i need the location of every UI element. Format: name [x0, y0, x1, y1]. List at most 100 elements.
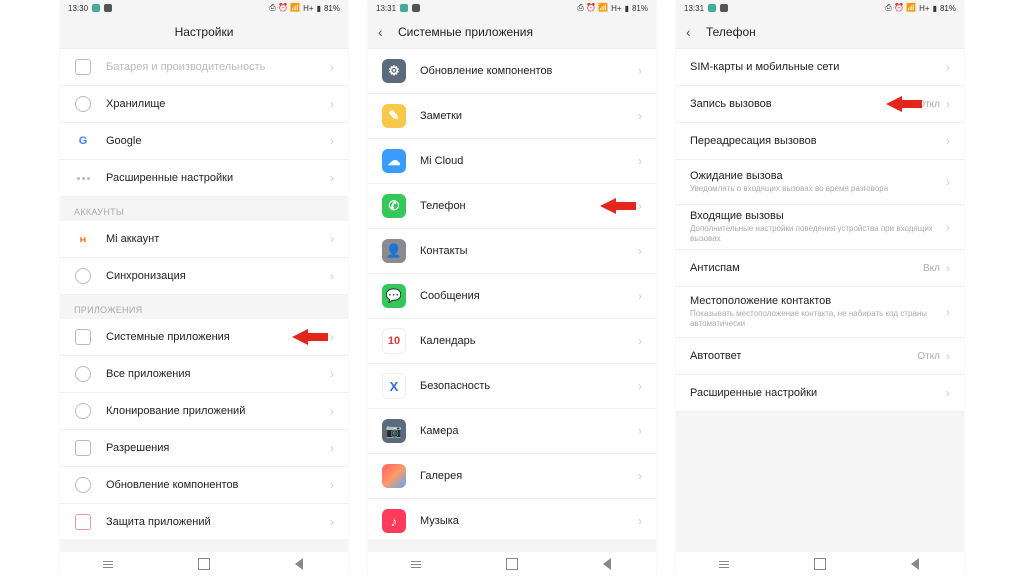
nav-back[interactable]	[909, 557, 923, 571]
row-mi-account[interactable]: ⲙMi аккаунт›	[60, 221, 348, 258]
chevron-right-icon: ›	[330, 441, 334, 455]
row-system-apps[interactable]: Системные приложения›	[60, 319, 348, 356]
app-icon: 📷	[382, 419, 406, 443]
app-row[interactable]: 10Календарь›	[368, 319, 656, 364]
row-battery[interactable]: Батарея и производительность›	[60, 49, 348, 86]
nav-home[interactable]	[197, 557, 211, 571]
app-row[interactable]: 📷Камера›	[368, 409, 656, 454]
chevron-right-icon: ›	[638, 334, 642, 348]
status-indicator-icon	[400, 4, 408, 12]
phone-settings: 13:30 ⎙ ⏰ 📶H+▮81% Настройки Батарея и пр…	[60, 0, 348, 576]
app-row[interactable]: Галерея›	[368, 454, 656, 499]
row-antispam[interactable]: АнтиспамВкл›	[676, 250, 964, 287]
row-app-lock[interactable]: Защита приложений›	[60, 504, 348, 539]
nav-bar	[60, 552, 348, 576]
nav-home[interactable]	[813, 557, 827, 571]
header: Настройки	[60, 16, 348, 49]
nav-bar	[676, 552, 964, 576]
status-time: 13:30	[68, 4, 88, 13]
page-title: Системные приложения	[398, 25, 533, 39]
status-batt-icon: ▮	[625, 4, 629, 13]
chevron-right-icon: ›	[330, 232, 334, 246]
row-storage[interactable]: Хранилище›	[60, 86, 348, 123]
row-all-apps[interactable]: Все приложения›	[60, 356, 348, 393]
row-call-recording[interactable]: Запись вызововОткл›	[676, 86, 964, 123]
nav-back[interactable]	[293, 557, 307, 571]
nav-back[interactable]	[601, 557, 615, 571]
row-permissions[interactable]: Разрешения›	[60, 430, 348, 467]
chevron-right-icon: ›	[638, 379, 642, 393]
row-advanced[interactable]: Расширенные настройки›	[60, 160, 348, 197]
chevron-right-icon: ›	[330, 134, 334, 148]
app-row[interactable]: XБезопасность›	[368, 364, 656, 409]
chevron-right-icon: ›	[638, 199, 642, 213]
page-title: Телефон	[706, 25, 756, 39]
app-row[interactable]: ✎Заметки›	[368, 94, 656, 139]
settings-list[interactable]: Батарея и производительность› Хранилище›…	[60, 49, 348, 539]
back-button[interactable]: ‹	[378, 24, 383, 40]
row-clone-apps[interactable]: Клонирование приложений›	[60, 393, 348, 430]
app-icon: ✆	[382, 194, 406, 218]
row-contact-location[interactable]: Местоположение контактовПоказывать место…	[676, 287, 964, 338]
row-sync[interactable]: Синхронизация›	[60, 258, 348, 295]
row-incoming[interactable]: Входящие вызовыДополнительные настройки …	[676, 205, 964, 250]
nav-recents[interactable]	[101, 557, 115, 571]
nav-recents[interactable]	[409, 557, 423, 571]
nav-recents[interactable]	[717, 557, 731, 571]
status-indicator-icon	[104, 4, 112, 12]
app-row[interactable]: ✆Телефон›	[368, 184, 656, 229]
chevron-right-icon: ›	[330, 367, 334, 381]
chevron-right-icon: ›	[946, 175, 950, 189]
app-row[interactable]: ⚙Обновление компонентов›	[368, 49, 656, 94]
status-indicator-icon	[412, 4, 420, 12]
section-apps: ПРИЛОЖЕНИЯ	[60, 295, 348, 319]
row-google[interactable]: GGoogle›	[60, 123, 348, 160]
mi-icon: ⲙ	[74, 230, 92, 248]
row-forwarding[interactable]: Переадресация вызовов›	[676, 123, 964, 160]
nav-home[interactable]	[505, 557, 519, 571]
chevron-right-icon: ›	[330, 269, 334, 283]
app-row[interactable]: ♪Музыка›	[368, 499, 656, 539]
app-icon: ☁	[382, 149, 406, 173]
row-sim[interactable]: SIM-карты и мобильные сети›	[676, 49, 964, 86]
phone-system-apps: 13:31 ⎙ ⏰ 📶H+▮81% ‹ Системные приложения…	[368, 0, 656, 576]
app-icon: 💬	[382, 284, 406, 308]
app-row[interactable]: 👤Контакты›	[368, 229, 656, 274]
chevron-right-icon: ›	[638, 424, 642, 438]
apps-list[interactable]: ⚙Обновление компонентов›✎Заметки›☁Mi Clo…	[368, 49, 656, 539]
chevron-right-icon: ›	[330, 478, 334, 492]
shield-icon	[74, 513, 92, 531]
chevron-right-icon: ›	[330, 404, 334, 418]
chevron-right-icon: ›	[946, 386, 950, 400]
status-net: H+	[919, 4, 929, 13]
app-icon: 👤	[382, 239, 406, 263]
status-batt-icon: ▮	[317, 4, 321, 13]
status-batt: 81%	[940, 4, 956, 13]
status-batt: 81%	[324, 4, 340, 13]
row-update-components[interactable]: Обновление компонентов›	[60, 467, 348, 504]
row-advanced[interactable]: Расширенные настройки›	[676, 375, 964, 412]
highlight-arrow-icon	[600, 198, 636, 214]
status-bar: 13:30 ⎙ ⏰ 📶H+▮81%	[60, 0, 348, 16]
back-button[interactable]: ‹	[686, 24, 691, 40]
chevron-right-icon: ›	[330, 97, 334, 111]
chevron-right-icon: ›	[946, 60, 950, 74]
status-bar: 13:31 ⎙ ⏰ 📶H+▮81%	[676, 0, 964, 16]
status-time: 13:31	[684, 4, 704, 13]
app-row[interactable]: 💬Сообщения›	[368, 274, 656, 319]
highlight-arrow-icon	[292, 329, 328, 345]
row-call-waiting[interactable]: Ожидание вызоваУведомлять о входящих выз…	[676, 160, 964, 205]
status-bar: 13:31 ⎙ ⏰ 📶H+▮81%	[368, 0, 656, 16]
gallery-icon	[382, 464, 406, 488]
app-row[interactable]: ☁Mi Cloud›	[368, 139, 656, 184]
chevron-right-icon: ›	[638, 514, 642, 528]
chevron-right-icon: ›	[638, 64, 642, 78]
storage-icon	[74, 95, 92, 113]
chevron-right-icon: ›	[946, 134, 950, 148]
row-auto-answer[interactable]: АвтоответОткл›	[676, 338, 964, 375]
phone-settings-list[interactable]: SIM-карты и мобильные сети› Запись вызов…	[676, 49, 964, 539]
status-indicator-icon	[708, 4, 716, 12]
chevron-right-icon: ›	[946, 97, 950, 111]
chevron-right-icon: ›	[638, 469, 642, 483]
battery-icon	[74, 58, 92, 76]
